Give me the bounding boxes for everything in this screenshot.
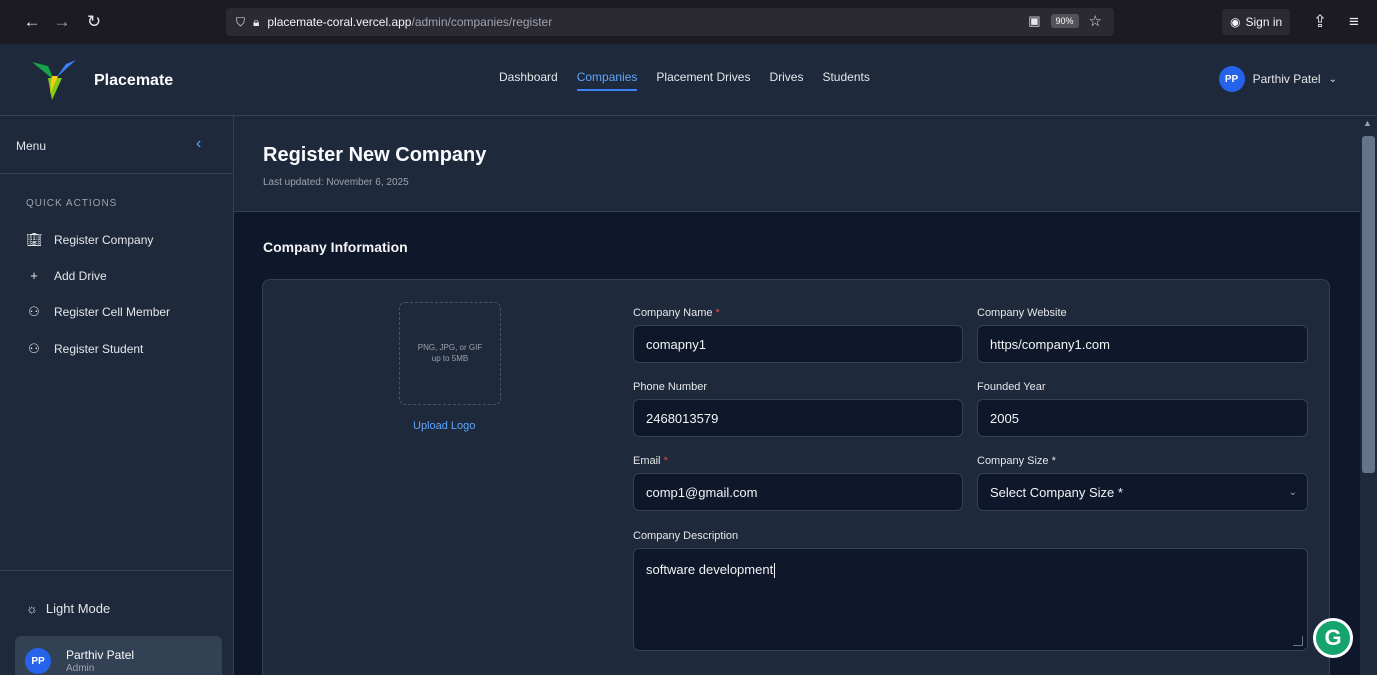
sidebar-item-label: Add Drive	[54, 268, 107, 283]
light-mode-toggle[interactable]: ☼ Light Mode	[26, 601, 110, 616]
company-website-value: https/company1.com	[990, 336, 1110, 352]
company-description-label: Company Description	[633, 530, 739, 542]
sidebar-item-register-student[interactable]: ⚇ Register Student	[26, 341, 143, 357]
user-card-name: Parthiv Patel	[66, 648, 135, 662]
brand-name[interactable]: Placemate	[94, 72, 173, 90]
address-bar[interactable]: ⛉ 🔒︎ placemate-coral.vercel.app/admin/co…	[226, 8, 1114, 36]
nav-companies[interactable]: Companies	[576, 70, 638, 91]
forward-icon[interactable]: →	[48, 8, 76, 36]
user-name: Parthiv Patel	[1252, 72, 1321, 86]
lock-icon: 🔒︎	[253, 14, 260, 29]
back-icon[interactable]: ←	[18, 8, 46, 36]
page-title: Register New Company	[263, 144, 487, 166]
company-size-value: Select Company Size *	[990, 484, 1123, 500]
sidebar-item-add-drive[interactable]: + Add Drive	[26, 268, 107, 283]
collapse-sidebar-icon[interactable]: ‹	[196, 135, 201, 153]
email-label-text: Email	[633, 455, 661, 467]
sidebar-footer: ☼ Light Mode PP Parthiv Patel Admin	[0, 570, 234, 675]
company-name-label-text: Company Name	[633, 307, 713, 319]
page-scrollbar[interactable]: ▲	[1360, 116, 1377, 675]
nav-dashboard[interactable]: Dashboard	[499, 70, 558, 91]
nav-students[interactable]: Students	[822, 70, 869, 91]
sidebar-item-label: Register Company	[54, 233, 154, 247]
top-navigation: Dashboard Companies Placement Drives Dri…	[499, 70, 870, 91]
chevron-down-icon: ⌄	[1288, 486, 1297, 498]
company-website-label: Company Website	[977, 307, 1067, 319]
hamburger-menu-icon[interactable]: ≡	[1340, 8, 1368, 36]
sidebar-item-label: Register Cell Member	[54, 305, 171, 319]
sign-in-label: Sign in	[1245, 15, 1283, 29]
required-marker: *	[715, 307, 720, 319]
email-value: comp1@gmail.com	[646, 484, 758, 500]
sidebar-item-register-cell-member[interactable]: ⚇ Register Cell Member	[26, 304, 170, 320]
url-host: placemate-coral.vercel.app	[267, 15, 412, 29]
user-card[interactable]: PP Parthiv Patel Admin	[15, 636, 222, 675]
company-description-value: software development	[646, 562, 774, 577]
extensions-icon[interactable]: ⇪	[1306, 8, 1334, 36]
nav-drives[interactable]: Drives	[769, 70, 803, 91]
user-menu[interactable]: PP Parthiv Patel ⌄	[1218, 66, 1337, 92]
company-form-card: PNG, JPG, or GIF up to 5MB Upload Logo C…	[262, 279, 1330, 675]
email-field[interactable]: comp1@gmail.com	[633, 473, 963, 511]
email-label: Email *	[633, 455, 668, 467]
resize-handle-icon[interactable]	[1293, 636, 1303, 646]
quick-actions-title: QUICK ACTIONS	[26, 198, 118, 209]
last-updated-text: Last updated: November 6, 2025	[263, 177, 409, 188]
app-header: Placemate Dashboard Companies Placement …	[0, 44, 1377, 116]
users-icon: ⚇	[28, 304, 40, 319]
scrollbar-thumb[interactable]	[1362, 136, 1375, 473]
hummingbird-logo-icon	[32, 60, 76, 100]
text-caret	[774, 563, 776, 579]
logo-hint-size: up to 5MB	[431, 353, 469, 363]
sun-icon: ☼	[26, 601, 38, 616]
bookmark-star-icon[interactable]: ☆	[1089, 12, 1102, 30]
phone-number-input[interactable]: 2468013579	[633, 399, 963, 437]
company-size-select[interactable]: Select Company Size * ⌄	[977, 473, 1308, 511]
reload-icon[interactable]: ↻	[80, 8, 108, 36]
scroll-up-icon[interactable]: ▲	[1363, 118, 1372, 128]
company-size-label: Company Size *	[977, 455, 1056, 467]
sidebar-item-register-company[interactable]: 🏢︎ Register Company	[26, 232, 153, 248]
founded-year-label: Founded Year	[977, 381, 1046, 393]
sidebar-header: Menu ‹	[0, 116, 234, 174]
section-title: Company Information	[263, 239, 408, 255]
required-marker: *	[663, 455, 668, 467]
reader-view-icon[interactable]: ▣	[1028, 13, 1040, 29]
users-icon: ⚇	[28, 341, 40, 356]
main-content: Register New Company Last updated: Novem…	[234, 116, 1360, 675]
account-icon: ◉	[1230, 15, 1241, 29]
logo-dropzone[interactable]: PNG, JPG, or GIF up to 5MB	[399, 302, 501, 405]
shield-icon: ⛉	[236, 14, 246, 29]
company-website-input[interactable]: https/company1.com	[977, 325, 1308, 363]
logo-hint-formats: PNG, JPG, or GIF	[417, 343, 483, 353]
page-header: Register New Company Last updated: Novem…	[234, 116, 1360, 212]
avatar: PP	[1218, 66, 1245, 92]
upload-logo-link[interactable]: Upload Logo	[413, 420, 475, 432]
light-mode-label: Light Mode	[45, 601, 111, 616]
menu-label: Menu	[16, 139, 47, 153]
phone-number-value: 2468013579	[646, 410, 719, 426]
zoom-level[interactable]: 90%	[1050, 14, 1079, 28]
company-description-textarea[interactable]: software development	[633, 548, 1308, 651]
user-card-role: Admin	[66, 663, 95, 674]
browser-toolbar: ← → ↻ ⛉ 🔒︎ placemate-coral.vercel.app/ad…	[0, 0, 1377, 44]
company-name-input[interactable]: comapny1	[633, 325, 963, 363]
company-name-label: Company Name *	[633, 307, 720, 319]
founded-year-value: 2005	[990, 410, 1019, 426]
url-path: /admin/companies/register	[411, 15, 553, 29]
grammarly-icon[interactable]: G	[1313, 618, 1353, 658]
nav-placement-drives[interactable]: Placement Drives	[656, 70, 750, 91]
building-icon: 🏢︎	[26, 232, 43, 247]
founded-year-input[interactable]: 2005	[977, 399, 1308, 437]
chevron-down-icon: ⌄	[1328, 73, 1337, 85]
sidebar: Menu ‹ QUICK ACTIONS 🏢︎ Register Company…	[0, 116, 234, 675]
sign-in-button[interactable]: ◉ Sign in	[1222, 9, 1291, 35]
avatar: PP	[25, 648, 51, 674]
phone-number-label: Phone Number	[633, 381, 707, 393]
sidebar-item-label: Register Student	[54, 342, 144, 356]
company-name-value: comapny1	[646, 336, 706, 352]
plus-icon: +	[30, 268, 38, 283]
